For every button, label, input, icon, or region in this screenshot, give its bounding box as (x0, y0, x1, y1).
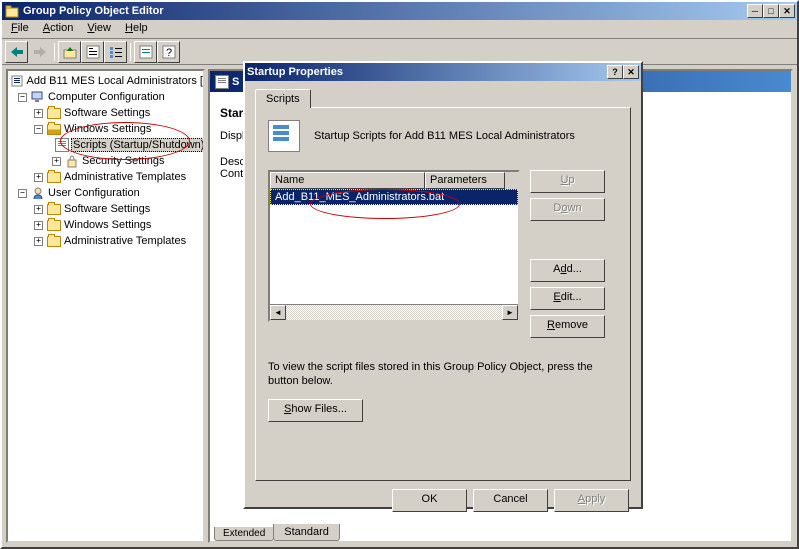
hint-text: To view the script files stored in this … (268, 360, 618, 389)
expand-icon[interactable]: + (34, 237, 43, 246)
folder-icon (47, 236, 61, 247)
tree-cc-admin[interactable]: +Administrative Templates (8, 169, 203, 185)
tree-cc-scripts[interactable]: Scripts (Startup/Shutdown) (8, 137, 203, 153)
app-icon (4, 3, 20, 19)
minimize-button[interactable]: ─ (747, 4, 763, 18)
collapse-icon[interactable]: − (18, 93, 27, 102)
tree-user-config[interactable]: −User Configuration (8, 185, 203, 201)
scroll-left-icon[interactable]: ◄ (270, 305, 286, 320)
ok-button[interactable]: OK (392, 489, 467, 512)
folder-icon (47, 172, 61, 183)
tree-cc-security[interactable]: +Security Settings (8, 153, 203, 169)
main-title: Group Policy Object Editor (23, 5, 747, 17)
scripts-listview[interactable]: Name Parameters Add_B11_MES_Administrato… (268, 170, 520, 322)
edit-button[interactable]: Edit... (530, 287, 605, 310)
folder-open-icon (47, 124, 61, 135)
bottom-tabs: Extended Standard (210, 521, 791, 541)
tab-extended[interactable]: Extended (214, 527, 274, 541)
info-text: Startup Scripts for Add B11 MES Local Ad… (314, 130, 575, 142)
show-files-button[interactable]: Show Files... (268, 399, 363, 422)
expand-icon[interactable]: + (34, 221, 43, 230)
up-button: Up (530, 170, 605, 193)
scripts-icon (214, 74, 230, 90)
expand-icon[interactable]: + (52, 157, 61, 166)
add-button[interactable]: Add... (530, 259, 605, 282)
folder-icon (47, 220, 61, 231)
tree-cc-software[interactable]: +Software Settings (8, 105, 203, 121)
tree-uc-admin[interactable]: +Administrative Templates (8, 233, 203, 249)
menubar: File Action View Help (2, 20, 797, 39)
tree-root[interactable]: Add B11 MES Local Administrators [ (8, 73, 203, 89)
main-titlebar[interactable]: Group Policy Object Editor ─ □ ✕ (2, 2, 797, 20)
menu-action[interactable]: Action (36, 20, 81, 38)
column-name[interactable]: Name (270, 172, 425, 189)
tree-root-label: Add B11 MES Local Administrators [ (27, 75, 204, 87)
menu-view[interactable]: View (80, 20, 118, 38)
policy-icon (10, 73, 25, 89)
collapse-icon[interactable]: − (34, 125, 43, 134)
forward-button (28, 41, 51, 63)
tab-standard[interactable]: Standard (273, 524, 340, 541)
list-view-button[interactable] (104, 41, 127, 63)
tree-pane[interactable]: Add B11 MES Local Administrators [ −Comp… (6, 69, 205, 543)
svg-text:?: ? (166, 47, 172, 59)
folder-icon (47, 108, 61, 119)
help-button[interactable]: ? (157, 41, 180, 63)
up-folder-button[interactable] (58, 41, 81, 63)
refresh-button[interactable] (134, 41, 157, 63)
tree-uc-software[interactable]: +Software Settings (8, 201, 203, 217)
tree-cc-windows[interactable]: −Windows Settings (8, 121, 203, 137)
user-icon (30, 185, 46, 201)
expand-icon[interactable]: + (34, 109, 43, 118)
scripts-icon (55, 138, 69, 152)
close-button[interactable]: ✕ (779, 4, 795, 18)
scripts-large-icon (268, 120, 300, 152)
tree-computer-config[interactable]: −Computer Configuration (8, 89, 203, 105)
tab-panel: Startup Scripts for Add B11 MES Local Ad… (255, 107, 631, 481)
dialog-titlebar[interactable]: Startup Properties ? ✕ (245, 63, 641, 81)
scroll-right-icon[interactable]: ► (502, 305, 518, 320)
properties-button[interactable] (81, 41, 104, 63)
dialog-title: Startup Properties (247, 66, 607, 78)
remove-button[interactable]: Remove (530, 315, 605, 338)
tab-scripts[interactable]: Scripts (255, 89, 311, 108)
list-item[interactable]: Add_B11_MES_Administrators.bat (270, 189, 518, 205)
collapse-icon[interactable]: − (18, 189, 27, 198)
menu-help[interactable]: Help (118, 20, 155, 38)
tree-uc-windows[interactable]: +Windows Settings (8, 217, 203, 233)
apply-button: Apply (554, 489, 629, 512)
computer-icon (31, 91, 45, 103)
back-button[interactable] (5, 41, 28, 63)
cancel-button[interactable]: Cancel (473, 489, 548, 512)
column-params[interactable]: Parameters (425, 172, 505, 189)
menu-file[interactable]: File (4, 20, 36, 38)
expand-icon[interactable]: + (34, 205, 43, 214)
maximize-button[interactable]: □ (763, 4, 779, 18)
security-icon (64, 153, 80, 169)
startup-properties-dialog: Startup Properties ? ✕ Scripts Startup S… (243, 61, 643, 509)
dialog-close-button[interactable]: ✕ (623, 65, 639, 79)
h-scrollbar[interactable]: ◄ ► (270, 304, 518, 320)
help-button[interactable]: ? (607, 65, 623, 79)
expand-icon[interactable]: + (34, 173, 43, 182)
down-button: Down (530, 198, 605, 221)
folder-icon (47, 204, 61, 215)
